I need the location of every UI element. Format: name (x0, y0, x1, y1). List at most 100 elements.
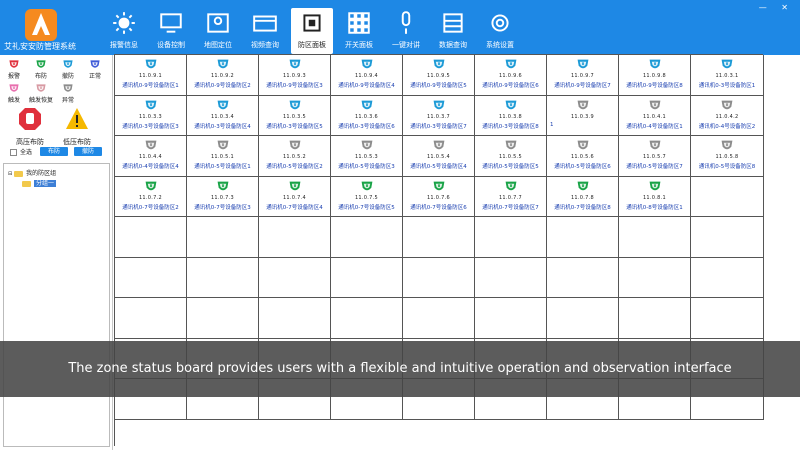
zone-shield-icon (433, 100, 444, 109)
zone-name: 通讯机0-9号设备防区6 (482, 83, 539, 89)
nav-database[interactable]: 数据查询 (432, 8, 474, 52)
tree-root-node[interactable]: ⊟ 我的防区组 (8, 168, 56, 177)
zone-cell[interactable]: 11.0.7.8 通讯机0-7号设备防区8 (547, 176, 619, 217)
zone-name: 通讯机0-3号设备防区6 (338, 123, 395, 130)
high-voltage-arm-button[interactable]: 高压布防 (10, 107, 50, 147)
window-controls[interactable]: — ✕ (759, 3, 794, 12)
zone-name: 通讯机0-9号设备防区4 (338, 83, 395, 89)
zone-code: 11.0.3.8 (498, 113, 523, 120)
database-icon (443, 13, 463, 33)
zone-cell[interactable]: 11.0.3.5 通讯机0-3号设备防区5 (259, 95, 331, 136)
zone-cell[interactable]: 11.0.4.1 通讯机0-4号设备防区1 (619, 95, 691, 136)
zone-cell[interactable]: 11.0.4.4 通讯机0-4号设备防区4 (115, 136, 187, 177)
nav-panel[interactable]: 防区面板 (291, 8, 333, 54)
zone-cell[interactable]: 11.0.5.2 通讯机0-5号设备防区2 (259, 136, 331, 177)
zone-shield-icon (433, 140, 444, 150)
nav-microphone[interactable]: 一键对讲 (385, 8, 427, 52)
zone-cell[interactable]: 11.0.7.2 通讯机0-7号设备防区2 (115, 176, 187, 217)
zone-shield-icon (577, 140, 588, 150)
empty-zone-cell (187, 257, 259, 298)
nav-monitor[interactable]: 设备控制 (150, 8, 192, 52)
zone-cell[interactable]: 11.0.3.4 通讯机0-3号设备防区4 (187, 95, 259, 136)
zone-cell[interactable]: 11.0.7.4 通讯机0-7号设备防区4 (259, 176, 331, 217)
zone-cell[interactable]: 11.0.3.9 1 (547, 95, 619, 136)
zone-cell[interactable]: 11.0.5.1 通讯机0-5号设备防区1 (187, 136, 259, 177)
zone-name: 通讯机0-7号设备防区6 (410, 204, 467, 211)
zone-cell[interactable]: 11.0.3.7 通讯机0-3号设备防区7 (403, 95, 475, 136)
microphone-icon (401, 11, 411, 34)
zone-cell[interactable]: 11.0.9.1 通讯机0-9号设备防区1 (115, 55, 187, 96)
legend-label: 布防 (34, 73, 47, 80)
zone-shield-icon (577, 59, 588, 69)
zone-cell[interactable]: 11.0.4.2 通讯机0-4号设备防区2 (691, 95, 764, 136)
zone-shield-icon (361, 100, 372, 109)
nav-video[interactable]: 视频查询 (244, 8, 286, 52)
zone-shield-icon (289, 181, 300, 190)
zone-cell[interactable]: 11.0.5.3 通讯机0-5号设备防区3 (331, 136, 403, 177)
select-all-checkbox[interactable]: 全选 (10, 147, 32, 156)
empty-zone-cell (475, 257, 547, 298)
zone-group-tree: ⊟ 我的防区组 分组一 (3, 163, 110, 447)
empty-zone-cell (403, 298, 475, 339)
zone-cell[interactable]: 11.0.3.1 通讯机0-3号设备防区1 (691, 55, 764, 96)
zone-name: 通讯机0-3号设备防区4 (194, 123, 251, 130)
zone-code: 11.0.9.2 (210, 73, 235, 79)
zone-cell[interactable]: 11.0.5.7 通讯机0-5号设备防区7 (619, 136, 691, 177)
nav-sun[interactable]: 报警信息 (103, 8, 145, 52)
zone-cell[interactable]: 11.0.7.5 通讯机0-7号设备防区5 (331, 176, 403, 217)
zone-name: 通讯机0-7号设备防区4 (266, 204, 323, 211)
zone-cell[interactable]: 11.0.9.7 通讯机0-9号设备防区7 (547, 55, 619, 96)
zone-shield-icon (145, 59, 156, 69)
zone-cell[interactable]: 11.0.5.5 通讯机0-5号设备防区5 (475, 136, 547, 177)
collapse-icon: ⊟ (8, 171, 13, 177)
zone-cell[interactable]: 11.0.5.4 通讯机0-5号设备防区4 (403, 136, 475, 177)
zone-cell[interactable]: 11.0.7.3 通讯机0-7号设备防区3 (187, 176, 259, 217)
zone-cell[interactable]: 11.0.3.8 通讯机0-3号设备防区8 (475, 95, 547, 136)
zone-cell[interactable]: 11.0.8.1 通讯机0-8号设备防区1 (619, 176, 691, 217)
zone-cell[interactable]: 11.0.3.6 通讯机0-3号设备防区6 (331, 95, 403, 136)
zone-cell[interactable]: 11.0.9.8 通讯机0-9号设备防区8 (619, 55, 691, 96)
zone-name: 1 (550, 121, 554, 128)
select-all-label: 全选 (20, 149, 33, 156)
zone-name: 通讯机0-7号设备防区7 (482, 204, 539, 211)
legend-label: 报警 (7, 73, 20, 80)
nav-label: 一键对讲 (392, 41, 420, 49)
zone-code: 11.0.7.4 (282, 194, 307, 201)
zone-name: 通讯机0-5号设备防区1 (194, 164, 251, 170)
zone-shield-icon (505, 59, 516, 69)
empty-zone-cell (475, 217, 547, 258)
zone-cell[interactable]: 11.0.7.7 通讯机0-7号设备防区7 (475, 176, 547, 217)
nav-gear[interactable]: 系统设置 (479, 8, 521, 52)
zone-code: 11.0.7.7 (498, 194, 523, 201)
zone-cell[interactable]: 11.0.9.2 通讯机0-9号设备防区2 (187, 55, 259, 96)
zone-cell[interactable]: 11.0.9.5 通讯机0-9号设备防区5 (403, 55, 475, 96)
tree-child-node[interactable]: 分组一 (22, 178, 57, 187)
legend-item: 撤防 (56, 59, 80, 80)
disarm-button[interactable]: 撤防 (74, 147, 102, 156)
empty-zone-cell (259, 217, 331, 258)
nav-switch-grid[interactable]: 开关面板 (338, 8, 380, 52)
zone-cell[interactable]: 11.0.5.6 通讯机0-5号设备防区6 (547, 136, 619, 177)
zone-cell[interactable]: 11.0.3.3 通讯机0-3号设备防区3 (115, 95, 187, 136)
zone-shield-icon (217, 59, 228, 69)
nav-label: 数据查询 (439, 41, 467, 49)
zone-name: 通讯机0-8号设备防区1 (626, 204, 683, 211)
nav-label: 视频查询 (251, 41, 279, 49)
zone-cell[interactable]: 11.0.9.6 通讯机0-9号设备防区6 (475, 55, 547, 96)
video-icon (253, 15, 277, 32)
zone-cell[interactable]: 11.0.7.6 通讯机0-7号设备防区6 (403, 176, 475, 217)
arm-button[interactable]: 布防 (40, 147, 68, 156)
zone-shield-icon (433, 181, 444, 190)
zone-shield-icon (289, 59, 300, 69)
zone-cell[interactable]: 11.0.9.3 通讯机0-9号设备防区3 (259, 55, 331, 96)
empty-zone-cell (691, 257, 764, 298)
nav-map-pin[interactable]: 地图定位 (197, 8, 239, 52)
low-voltage-arm-button[interactable]: 低压布防 (57, 107, 97, 147)
zone-cell[interactable]: 11.0.9.4 通讯机0-9号设备防区4 (331, 55, 403, 96)
tree-root-label: 我的防区组 (26, 170, 57, 177)
zone-shield-icon (649, 181, 660, 190)
zone-cell[interactable]: 11.0.5.8 通讯机0-5号设备防区8 (691, 136, 764, 177)
shield-icon (9, 84, 19, 92)
legend-label: 触发 (7, 97, 20, 104)
zone-shield-icon (721, 100, 733, 109)
